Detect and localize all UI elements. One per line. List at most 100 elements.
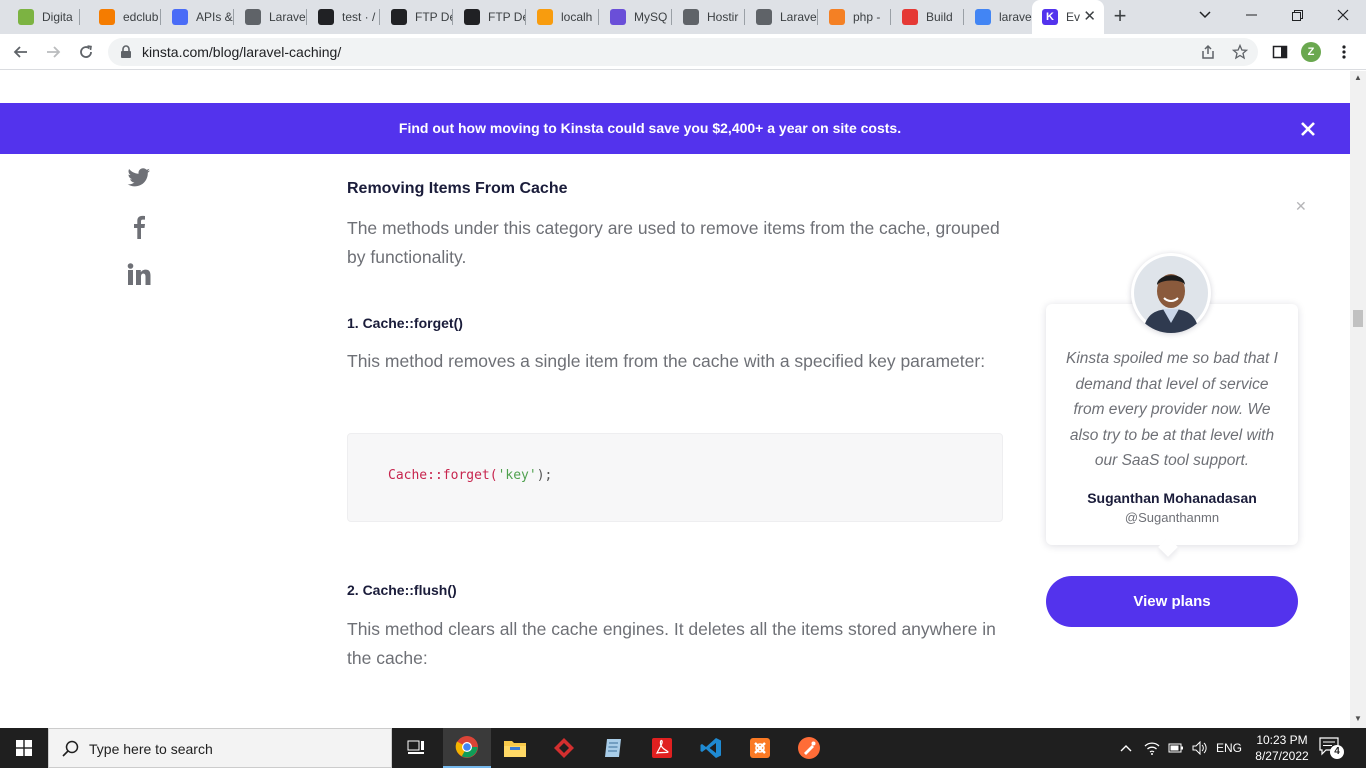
browser-tab-label: Build	[926, 10, 953, 24]
scrollbar-thumb[interactable]	[1353, 310, 1363, 327]
globe-icon	[683, 9, 699, 25]
browser-tab-label: Digita	[42, 10, 73, 24]
tab-separator	[598, 9, 599, 25]
xampp-icon	[750, 738, 770, 758]
forward-button[interactable]	[40, 39, 66, 65]
star-icon[interactable]	[1232, 44, 1248, 60]
browser-tab[interactable]: test · /	[308, 4, 380, 30]
page-scrollbar[interactable]: ▲ ▼	[1350, 71, 1366, 728]
section-heading: Removing Items From Cache	[347, 180, 568, 197]
browser-tab[interactable]: FTP De	[381, 4, 453, 30]
globe-icon	[245, 9, 261, 25]
browser-tab[interactable]: Larave	[746, 4, 818, 30]
scroll-down-arrow-icon[interactable]: ▼	[1354, 714, 1362, 723]
browser-tab-label: php -	[853, 10, 881, 24]
url-text: kinsta.com/blog/laravel-caching/	[142, 44, 342, 60]
notification-center-button[interactable]: 4	[1318, 736, 1348, 760]
browser-tab-label: MySQ	[634, 10, 668, 24]
clock-time: 10:23 PM	[1256, 733, 1308, 747]
address-bar[interactable]: kinsta.com/blog/laravel-caching/	[108, 38, 1258, 66]
method-description-flush: This method clears all the cache engines…	[347, 619, 996, 668]
close-window-button[interactable]	[1320, 0, 1366, 30]
tab-separator	[79, 9, 80, 25]
build-icon	[902, 9, 918, 25]
taskbar-search-box[interactable]: Type here to search	[48, 728, 392, 768]
browser-tab[interactable]: edclub	[89, 4, 161, 30]
browser-tab[interactable]: larave	[965, 4, 1037, 30]
promo-banner[interactable]: Find out how moving to Kinsta could save…	[0, 103, 1350, 154]
method-heading-forget: 1. Cache::forget()	[347, 315, 463, 331]
close-tab-icon[interactable]: ✕	[1083, 9, 1096, 25]
github-icon	[391, 9, 407, 25]
edclub-icon	[99, 9, 115, 25]
taskbar-vscode[interactable]	[687, 728, 735, 768]
taskbar-clock[interactable]: 10:23 PM 8/27/2022	[1250, 732, 1314, 764]
language-indicator[interactable]: ENG	[1216, 741, 1242, 755]
browser-tab[interactable]: Build	[892, 4, 964, 30]
browser-tab[interactable]: Hostir	[673, 4, 745, 30]
side-panel-icon[interactable]	[1272, 44, 1288, 60]
new-tab-button[interactable]: +	[1109, 5, 1131, 28]
code-line: Cache::forget('key');	[388, 468, 552, 483]
taskbar-postman[interactable]	[785, 728, 833, 768]
diamond-app-icon	[554, 738, 574, 758]
taskbar-app-notes[interactable]	[589, 728, 637, 768]
browser-tab[interactable]: localh	[527, 4, 599, 30]
browser-tab[interactable]: Digita	[8, 4, 80, 30]
pdf-icon	[652, 738, 672, 758]
promo-banner-text[interactable]: Find out how moving to Kinsta could save…	[0, 120, 1300, 136]
tab-separator	[817, 9, 818, 25]
view-plans-button[interactable]: View plans	[1046, 576, 1298, 627]
share-icon[interactable]	[1200, 44, 1216, 60]
testimonial-avatar	[1131, 253, 1211, 333]
github-icon	[464, 9, 480, 25]
taskbar-acrobat[interactable]	[638, 728, 686, 768]
browser-tab[interactable]: FTP De	[454, 4, 526, 30]
taskbar-app-red[interactable]	[540, 728, 588, 768]
profile-avatar[interactable]: Z	[1301, 42, 1321, 62]
arrow-right-icon	[47, 46, 61, 58]
browser-tab[interactable]: Larave	[235, 4, 307, 30]
restore-button[interactable]	[1274, 0, 1320, 30]
reload-button[interactable]	[73, 39, 99, 65]
start-button[interactable]	[0, 728, 48, 768]
close-icon[interactable]	[1299, 120, 1317, 138]
taskbar-search-placeholder: Type here to search	[89, 741, 213, 757]
task-view-button[interactable]	[392, 728, 440, 768]
browser-tab[interactable]: K Ev ✕	[1032, 0, 1104, 34]
more-menu-icon[interactable]	[1341, 44, 1347, 60]
battery-icon[interactable]	[1168, 742, 1184, 754]
code-block[interactable]: Cache::forget('key');	[347, 433, 1003, 522]
linkedin-share-button[interactable]	[126, 261, 152, 287]
tab-search-button[interactable]	[1182, 0, 1228, 30]
vscode-icon	[700, 738, 721, 758]
browser-tab[interactable]: MySQ	[600, 4, 672, 30]
taskbar-chrome[interactable]	[443, 728, 491, 768]
system-tray: ENG	[1120, 728, 1242, 768]
browser-tab[interactable]: APIs &	[162, 4, 234, 30]
chevron-up-icon[interactable]	[1120, 744, 1132, 752]
stackoverflow-icon	[829, 9, 845, 25]
phpmyadmin-icon	[537, 9, 553, 25]
volume-icon[interactable]	[1192, 741, 1208, 755]
wifi-icon[interactable]	[1144, 741, 1160, 755]
windows-taskbar: Type here to search ENG 10:23 PM 8/27/20…	[0, 728, 1366, 768]
facebook-share-button[interactable]	[126, 214, 152, 240]
testimonial-close-icon[interactable]: ✕	[1295, 198, 1307, 215]
code-terminator: );	[536, 468, 553, 483]
browser-tab-label: FTP De	[415, 10, 453, 24]
browser-tab-label: APIs &	[196, 10, 233, 24]
browser-tab[interactable]: php -	[819, 4, 891, 30]
scroll-up-arrow-icon[interactable]: ▲	[1354, 73, 1362, 82]
back-button[interactable]	[8, 39, 34, 65]
twitter-share-button[interactable]	[126, 165, 152, 191]
minimize-button[interactable]	[1228, 0, 1274, 30]
taskbar-xampp[interactable]	[736, 728, 784, 768]
notification-count-badge: 4	[1330, 745, 1344, 759]
code-argument: 'key'	[497, 468, 537, 483]
page-viewport: Find out how moving to Kinsta could save…	[0, 71, 1350, 728]
tab-separator	[379, 9, 380, 25]
taskbar-file-explorer[interactable]	[491, 728, 539, 768]
testimonial-handle: @Suganthanmn	[1124, 510, 1220, 525]
minimize-icon	[1245, 14, 1257, 16]
